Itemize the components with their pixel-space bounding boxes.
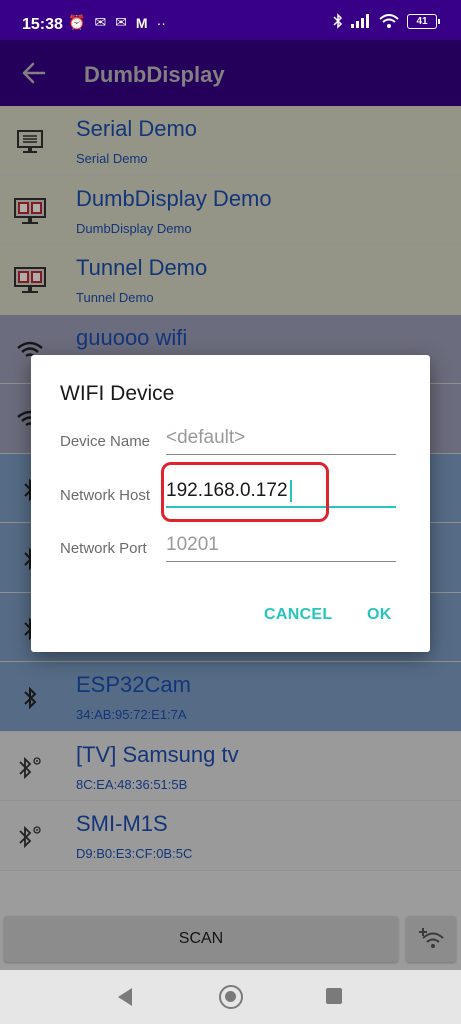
gmail-icon: M: [135, 14, 148, 31]
nav-back-icon[interactable]: [116, 987, 134, 1007]
device-name-field[interactable]: <default>: [166, 425, 396, 455]
status-left-icons: ⏰ ✉ ✉ M ··: [68, 14, 166, 31]
network-port-label: Network Port: [60, 540, 147, 557]
status-right-icons: 41: [333, 13, 440, 29]
ok-button[interactable]: OK: [367, 606, 392, 624]
wifi-icon: [379, 14, 399, 28]
bluetooth-icon: [333, 13, 343, 29]
system-nav-bar: [0, 970, 461, 1024]
dialog-title: WIFI Device: [60, 382, 175, 405]
device-name-label: Device Name: [60, 433, 151, 450]
network-host-label: Network Host: [60, 487, 151, 504]
signal-icon: [351, 14, 369, 28]
status-bar: 15:38 ⏰ ✉ ✉ M ·· 41: [0, 0, 461, 40]
nav-home-icon[interactable]: [219, 985, 243, 1009]
more-dots-icon: ··: [156, 14, 166, 31]
notification-icon: ✉: [94, 14, 107, 30]
cancel-button[interactable]: CANCEL: [264, 606, 332, 624]
status-time: 15:38: [22, 16, 63, 33]
wifi-device-dialog: WIFI Device Device Name <default> Networ…: [31, 355, 430, 652]
battery-icon: 41: [407, 13, 440, 29]
notification-icon: ✉: [115, 14, 127, 30]
highlight-annotation: [161, 462, 329, 522]
nav-recents-icon[interactable]: [326, 988, 342, 1004]
network-port-field[interactable]: 10201: [166, 532, 396, 562]
alarm-icon: ⏰: [68, 14, 86, 30]
